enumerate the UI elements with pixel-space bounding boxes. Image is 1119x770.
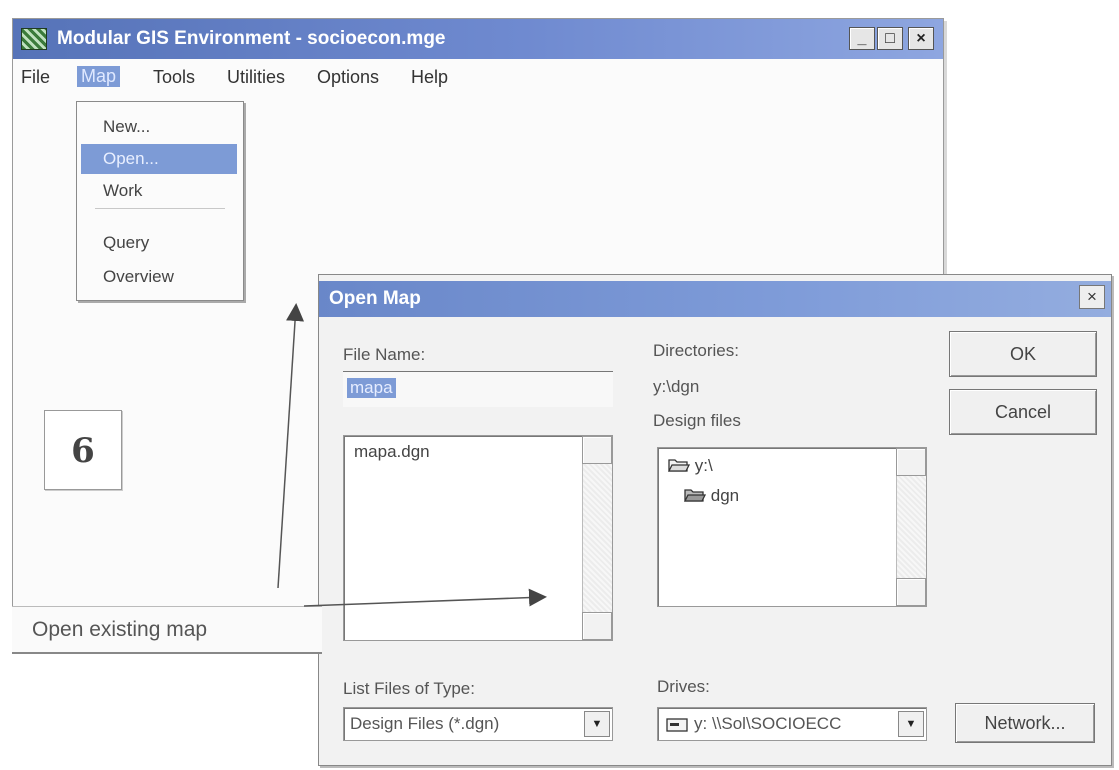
main-window-title: Modular GIS Environment - socioecon.mge bbox=[57, 28, 446, 49]
scroll-up-button[interactable] bbox=[896, 448, 926, 476]
dialog-titlebar[interactable]: Open Map bbox=[319, 281, 1111, 317]
menu-item-new[interactable]: New... bbox=[77, 112, 243, 142]
drives-value: y: \\Sol\SOCIOECC bbox=[694, 714, 842, 733]
maximize-button[interactable]: □ bbox=[877, 27, 903, 50]
directory-tree-scrollbar[interactable] bbox=[896, 448, 926, 606]
menu-item-work[interactable]: Work bbox=[77, 176, 243, 206]
directory-item-root[interactable]: y:\ bbox=[667, 456, 713, 476]
cancel-button[interactable]: Cancel bbox=[949, 389, 1097, 435]
drives-select[interactable]: y: \\Sol\SOCIOECC ▼ bbox=[657, 707, 927, 741]
current-directory: y:\dgn bbox=[653, 377, 700, 396]
dialog-title: Open Map bbox=[329, 288, 421, 309]
file-name-input[interactable]: mapa bbox=[343, 371, 613, 407]
directory-item-dgn[interactable]: dgn bbox=[683, 486, 740, 506]
network-button[interactable]: Network... bbox=[955, 703, 1095, 743]
open-map-dialog: Open Map × File Name: mapa mapa.dgn Dire… bbox=[318, 274, 1112, 766]
scroll-down-button[interactable] bbox=[582, 612, 612, 640]
network-drive-icon bbox=[666, 718, 688, 732]
file-name-value: mapa bbox=[347, 378, 396, 398]
ok-button[interactable]: OK bbox=[949, 331, 1097, 377]
menu-separator bbox=[95, 208, 225, 209]
main-titlebar[interactable]: Modular GIS Environment - socioecon.mge bbox=[13, 19, 943, 59]
directory-dgn-label: dgn bbox=[710, 486, 740, 505]
scroll-up-button[interactable] bbox=[582, 436, 612, 464]
menu-item-overview[interactable]: Overview bbox=[77, 262, 243, 292]
step-number-box: 6 bbox=[44, 410, 122, 490]
caption: Open existing map bbox=[12, 606, 322, 654]
list-type-label: List Files of Type: bbox=[343, 679, 475, 698]
file-list-item[interactable]: mapa.dgn bbox=[354, 442, 430, 462]
app-icon[interactable] bbox=[21, 28, 47, 50]
menu-utilities[interactable]: Utilities bbox=[227, 67, 285, 88]
menu-options[interactable]: Options bbox=[317, 67, 379, 88]
file-list-scrollbar[interactable] bbox=[582, 436, 612, 640]
directory-tree[interactable]: y:\ dgn bbox=[657, 447, 927, 607]
open-folder-icon bbox=[683, 489, 707, 502]
menubar: File Map Tools Utilities Options Help bbox=[13, 63, 943, 93]
directory-subtitle: Design files bbox=[653, 411, 741, 430]
minimize-button[interactable]: _ bbox=[849, 27, 875, 50]
directories-label: Directories: bbox=[653, 341, 739, 360]
dialog-close-button[interactable]: × bbox=[1079, 285, 1105, 309]
drives-label: Drives: bbox=[657, 677, 710, 696]
map-dropdown-menu: New... Open... Work Query Overview bbox=[76, 101, 244, 301]
scroll-down-button[interactable] bbox=[896, 578, 926, 606]
list-type-value: Design Files (*.dgn) bbox=[350, 714, 500, 733]
menu-file[interactable]: File bbox=[21, 67, 50, 88]
chevron-down-icon[interactable]: ▼ bbox=[584, 711, 610, 737]
directory-root-label: y:\ bbox=[694, 456, 713, 475]
menu-help[interactable]: Help bbox=[411, 67, 448, 88]
close-button[interactable]: × bbox=[908, 27, 934, 50]
menu-map[interactable]: Map bbox=[77, 66, 121, 87]
open-folder-icon bbox=[667, 459, 691, 472]
menu-item-open[interactable]: Open... bbox=[81, 144, 237, 174]
file-list[interactable]: mapa.dgn bbox=[343, 435, 613, 641]
menu-tools[interactable]: Tools bbox=[153, 67, 195, 88]
list-type-select[interactable]: Design Files (*.dgn) ▼ bbox=[343, 707, 613, 741]
menu-item-query[interactable]: Query bbox=[77, 228, 243, 258]
file-name-label: File Name: bbox=[343, 345, 426, 364]
chevron-down-icon[interactable]: ▼ bbox=[898, 711, 924, 737]
